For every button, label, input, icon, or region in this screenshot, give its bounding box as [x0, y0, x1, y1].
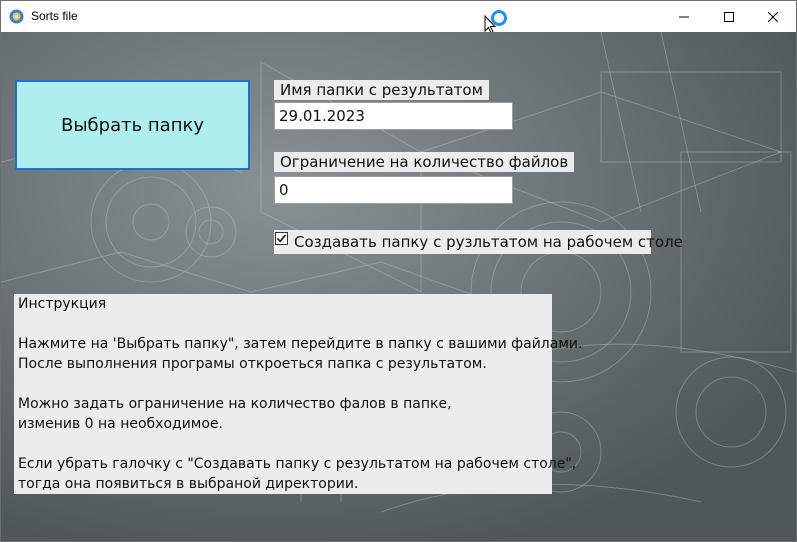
close-button[interactable]: [750, 1, 796, 32]
instruction-line: Нажмите на 'Выбрать папку", затем перейд…: [18, 336, 583, 352]
desktop-folder-checkbox[interactable]: [275, 232, 288, 245]
app-window: Sorts file Выбрать папку Имя папки с рез…: [0, 0, 797, 542]
title-bar[interactable]: Sorts file: [1, 1, 796, 34]
instruction-line: тогда она появиться в выбраной директори…: [18, 476, 359, 492]
instruction-line: После выполнения програмы откроеться пап…: [18, 356, 487, 372]
file-limit-label: Ограничение на количество файлов: [274, 152, 575, 172]
select-folder-button[interactable]: Выбрать папку: [15, 80, 250, 170]
client-area: Выбрать папку Имя папки с результатом 29…: [1, 32, 796, 541]
instruction-line: изменив 0 на необходимое.: [18, 416, 223, 432]
instruction-line: [18, 374, 548, 394]
maximize-button[interactable]: [706, 1, 752, 32]
checkmark-icon: [276, 234, 287, 243]
minimize-button[interactable]: [661, 1, 707, 32]
folder-name-input[interactable]: 29.01.2023: [274, 102, 513, 130]
instruction-line: [18, 434, 548, 454]
desktop-folder-checkbox-label: Создавать папку с рузльтатом на рабочем …: [294, 233, 683, 251]
folder-name-label: Имя папки с результатом: [274, 80, 489, 100]
window-title: Sorts file: [31, 9, 78, 23]
instruction-line: [18, 314, 548, 334]
instruction-line: Инструкция: [18, 296, 107, 312]
maximize-icon: [724, 11, 734, 22]
instructions-panel: Инструкция Нажмите на 'Выбрать папку", з…: [14, 294, 583, 494]
instruction-line: Если убрать галочку с "Создавать папку с…: [18, 456, 577, 472]
file-limit-input[interactable]: 0: [274, 176, 513, 204]
close-icon: [768, 11, 778, 22]
instruction-line: Можно задать ограничение на количество ф…: [18, 396, 452, 412]
desktop-folder-checkbox-row[interactable]: Создавать папку с рузльтатом на рабочем …: [274, 230, 683, 254]
minimize-icon: [679, 16, 689, 17]
app-icon: [9, 9, 24, 24]
